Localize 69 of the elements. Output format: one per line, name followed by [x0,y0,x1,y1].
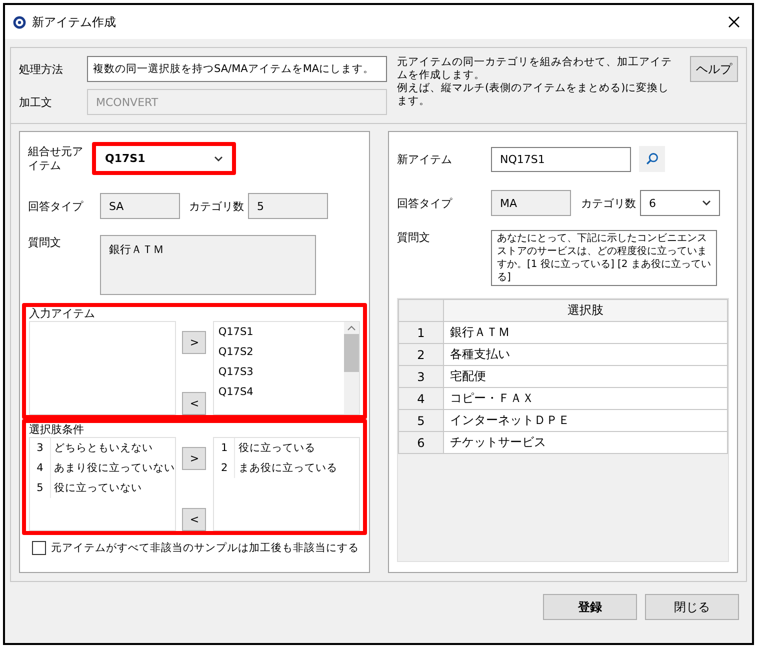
choice-code: 3 [30,438,51,458]
table-cell: コピー・ＦＡＸ [444,388,728,410]
answer-type-field[interactable]: MA [491,190,571,216]
table-cell: 銀行ＡＴＭ [444,322,728,344]
list-item[interactable]: 役に立っていない [51,478,142,498]
list-item[interactable]: Q17S2 [214,342,343,362]
field-label: 加工文 [19,94,53,110]
field-label: 回答タイプ [397,196,454,210]
row-number: 5 [398,410,444,432]
remove-button[interactable]: < [182,508,206,531]
field-label: 新アイテム [397,152,453,166]
available-choices-list[interactable]: 3 どちらともいえない 4 あまり役に立っていない 5 役に立っていない [29,437,176,531]
checkbox-label: 元アイテムがすべて非該当のサンプルは加工後も非該当にする [51,541,359,555]
list-item[interactable]: どちらともいえない [51,438,153,458]
description-text: 元アイテムの同一カテゴリを組み合わせて、加工アイテムを作成します。 [397,56,673,82]
field-label: 質問文 [28,235,62,250]
list-item[interactable]: まあ役に立っている [235,458,338,478]
question-field[interactable]: あなたにとって、下記に示したコンビニエンスストアのサービスは、どの程度役に立っていますか。[1 役に立っている] [2 まあ役に立っている] [491,230,717,286]
search-button[interactable] [639,146,665,172]
list-item[interactable]: Q17S1 [214,322,343,342]
checkbox[interactable] [32,541,46,555]
field-label: カテゴリ数 [189,198,244,214]
list-item[interactable]: Q17S3 [214,362,343,382]
add-button[interactable]: > [182,447,206,470]
method-field[interactable]: 複数の同一選択肢を持つSA/MAアイテムをMAにします。 [87,56,387,82]
row-number: 6 [398,432,444,454]
close-icon [728,16,740,28]
scroll-up-icon[interactable] [346,325,356,331]
row-number: 1 [398,322,444,344]
chosen-choices-list[interactable]: 1 役に立っている 2 まあ役に立っている [213,437,360,531]
caret-icon [702,200,711,206]
answer-type-field[interactable]: SA [100,193,180,219]
choice-code: 1 [214,438,236,458]
choice-code: 4 [30,458,51,478]
table-cell: 宅配便 [444,366,728,388]
row-number: 4 [398,388,444,410]
add-button[interactable]: > [182,331,206,354]
section-title: 入力アイテム [29,307,96,321]
app-logo-icon [13,16,26,28]
caret-icon [214,156,223,162]
chosen-items-list[interactable]: Q17S1 Q17S2 Q17S3 Q17S4 [213,321,360,415]
list-item[interactable]: Q17S4 [214,382,343,402]
column-header: 選択肢 [444,300,728,322]
category-count-field[interactable]: 5 [248,193,328,219]
table-cell: インターネットＤＰＥ [444,410,728,432]
description-text: 例えば、縦マルチ(表側のアイテムをまとめる)に変換します。 [397,82,670,108]
row-number: 3 [398,366,444,388]
section-title: 選択肢条件 [29,423,85,437]
new-item-field[interactable]: NQ17S1 [491,146,631,172]
field-label: カテゴリ数 [581,196,636,210]
field-label: 回答タイプ [28,198,84,214]
list-item[interactable]: あまり役に立っていない [51,458,175,478]
choice-code: 2 [214,458,236,478]
field-label: 組合せ元アイテム [28,144,84,172]
category-count-dropdown[interactable]: 6 [640,190,720,216]
field-label: 質問文 [397,230,431,245]
question-field[interactable]: 銀行ＡＴＭ [100,235,316,295]
dialog-button[interactable]: 登録 [543,594,637,620]
field-label: 処理方法 [19,62,64,76]
help-button[interactable]: ヘルプ [690,56,738,82]
remove-button[interactable]: < [182,392,206,415]
scrollbar[interactable] [344,322,359,414]
window-title: 新アイテム作成 [32,14,117,30]
list-item[interactable]: 役に立っている [235,438,316,458]
row-number: 2 [398,344,444,366]
table-cell: 各種支払い [444,344,728,366]
table-cell: チケットサービス [444,432,728,454]
choice-code: 5 [30,478,51,498]
dialog-button[interactable]: 閉じる [645,594,739,620]
